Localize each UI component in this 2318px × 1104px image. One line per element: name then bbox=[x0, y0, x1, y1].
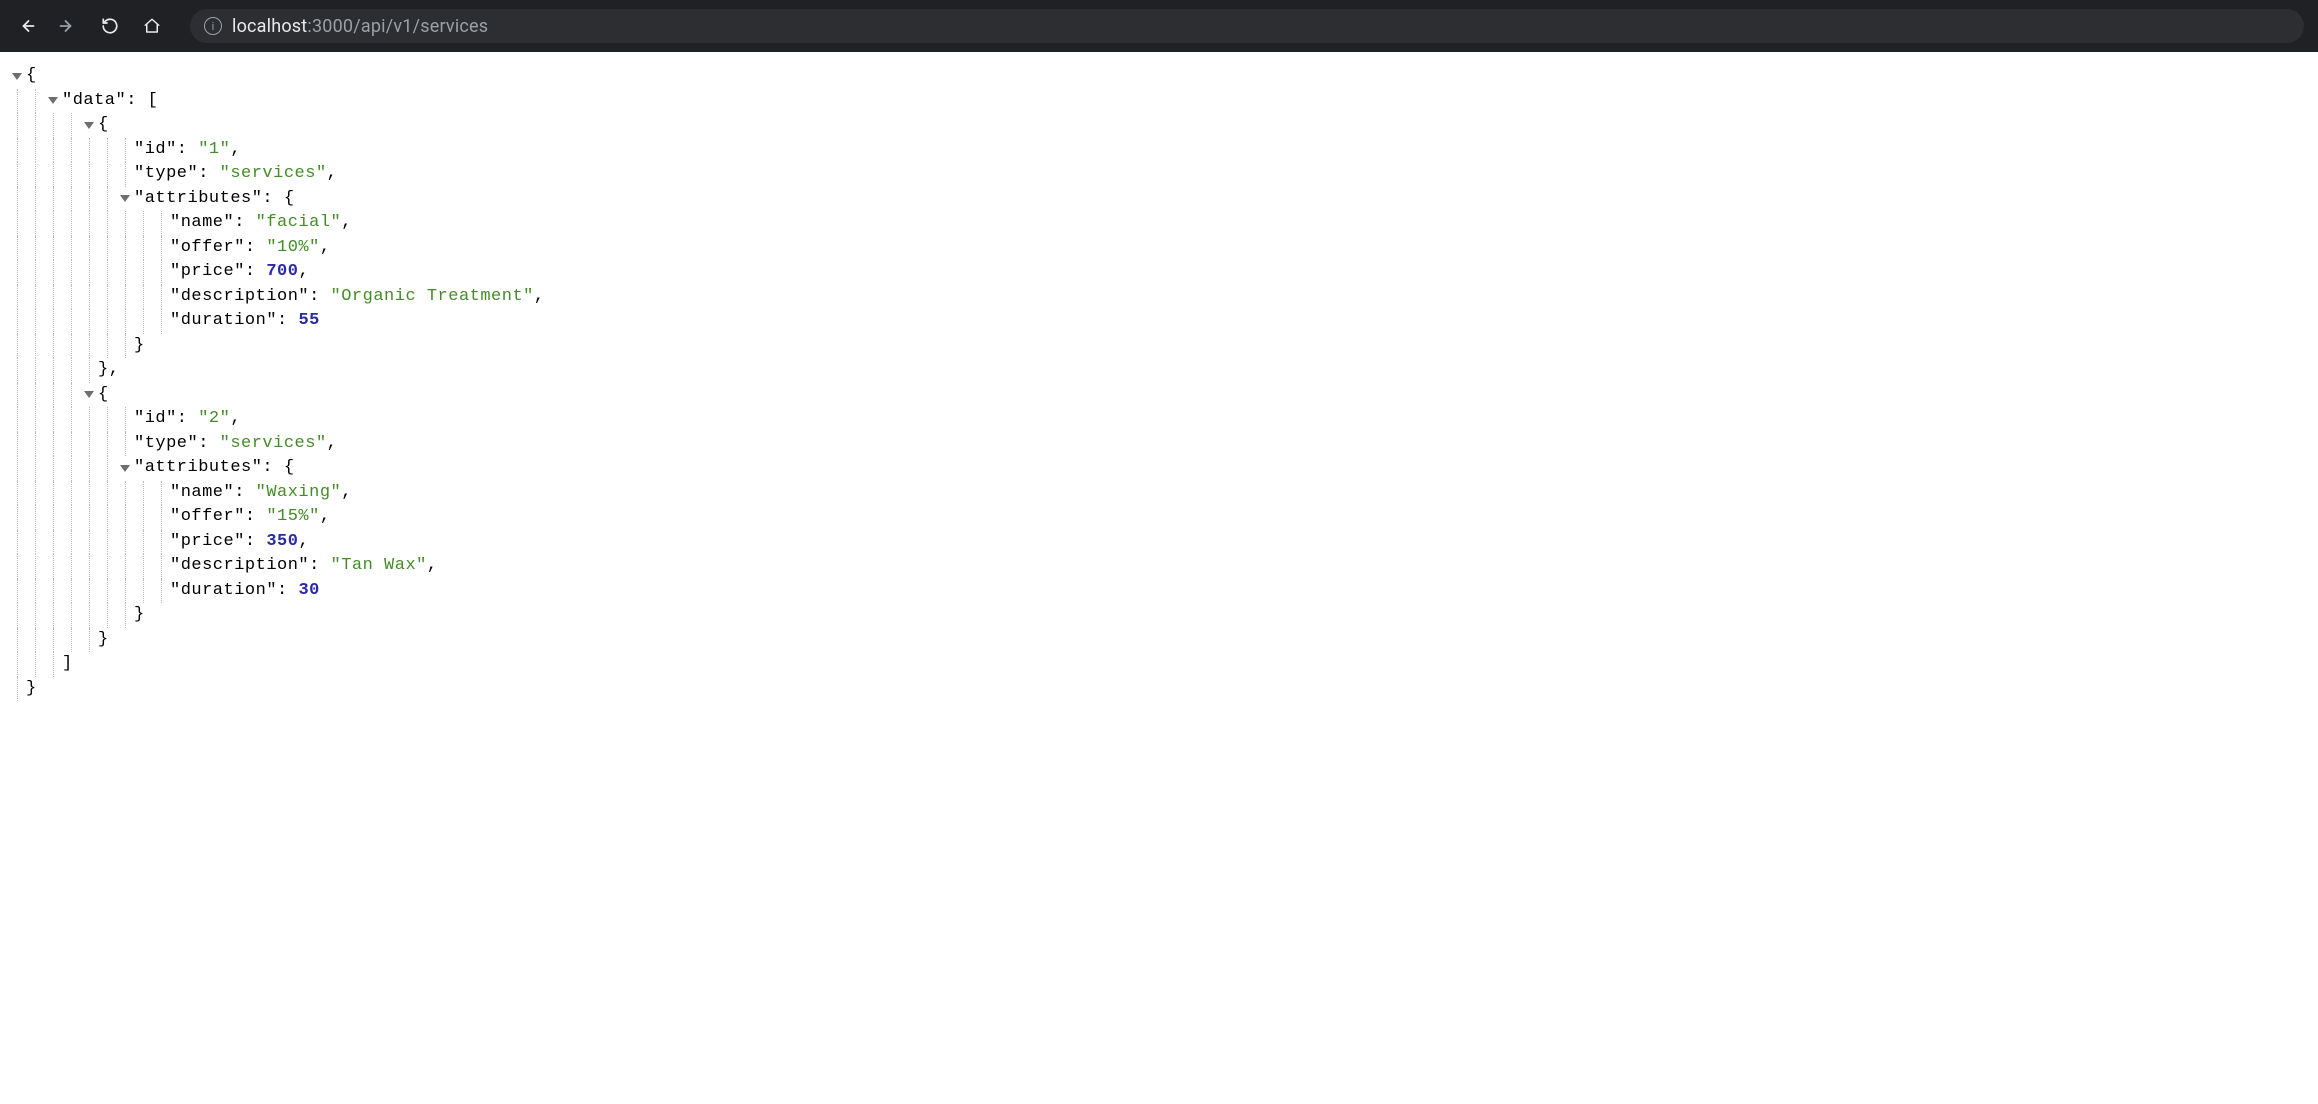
json-brace: { bbox=[98, 113, 109, 138]
fold-toggle[interactable] bbox=[84, 391, 94, 398]
json-prop-duration: "duration": 30 bbox=[170, 579, 320, 604]
json-key-data: "data": [ bbox=[62, 89, 158, 114]
url-host: localhost bbox=[232, 16, 307, 37]
json-brace: { bbox=[98, 383, 109, 408]
json-prop-type: "type": "services", bbox=[134, 162, 337, 187]
url-text: localhost:3000/api/v1/services bbox=[232, 16, 488, 37]
json-prop-offer: "offer": "15%", bbox=[170, 505, 331, 530]
json-prop-description: "description": "Organic Treatment", bbox=[170, 285, 545, 310]
json-key-attributes: "attributes": { bbox=[134, 456, 295, 481]
url-port: :3000 bbox=[307, 16, 353, 37]
reload-button[interactable] bbox=[98, 14, 122, 38]
json-brace: { bbox=[26, 64, 37, 89]
json-key-attributes: "attributes": { bbox=[134, 187, 295, 212]
browser-toolbar: i localhost:3000/api/v1/services bbox=[0, 0, 2318, 52]
url-path: /api/v1/services bbox=[353, 16, 488, 37]
json-brace: } bbox=[134, 334, 145, 359]
site-info-icon[interactable]: i bbox=[204, 17, 222, 35]
json-brace: } bbox=[26, 677, 37, 702]
json-brace: }, bbox=[98, 358, 119, 383]
json-prop-id: "id": "1", bbox=[134, 138, 241, 163]
home-button[interactable] bbox=[140, 14, 164, 38]
back-button[interactable] bbox=[14, 14, 38, 38]
json-prop-type: "type": "services", bbox=[134, 432, 337, 457]
json-prop-price: "price": 700, bbox=[170, 260, 309, 285]
json-brace: } bbox=[134, 603, 145, 628]
json-prop-name: "name": "Waxing", bbox=[170, 481, 352, 506]
fold-toggle[interactable] bbox=[12, 73, 22, 80]
json-viewer: { "data": [ { "id": "1", "type": "servic… bbox=[0, 52, 2318, 713]
fold-toggle[interactable] bbox=[48, 97, 58, 104]
json-prop-name: "name": "facial", bbox=[170, 211, 352, 236]
forward-button[interactable] bbox=[56, 14, 80, 38]
json-brace: } bbox=[98, 628, 109, 653]
json-prop-description: "description": "Tan Wax", bbox=[170, 554, 438, 579]
json-prop-price: "price": 350, bbox=[170, 530, 309, 555]
json-prop-id: "id": "2", bbox=[134, 407, 241, 432]
json-bracket: ] bbox=[62, 652, 73, 677]
fold-toggle[interactable] bbox=[120, 465, 130, 472]
fold-toggle[interactable] bbox=[84, 122, 94, 129]
fold-toggle[interactable] bbox=[120, 195, 130, 202]
json-prop-offer: "offer": "10%", bbox=[170, 236, 331, 261]
json-prop-duration: "duration": 55 bbox=[170, 309, 320, 334]
address-bar[interactable]: i localhost:3000/api/v1/services bbox=[190, 9, 2304, 43]
